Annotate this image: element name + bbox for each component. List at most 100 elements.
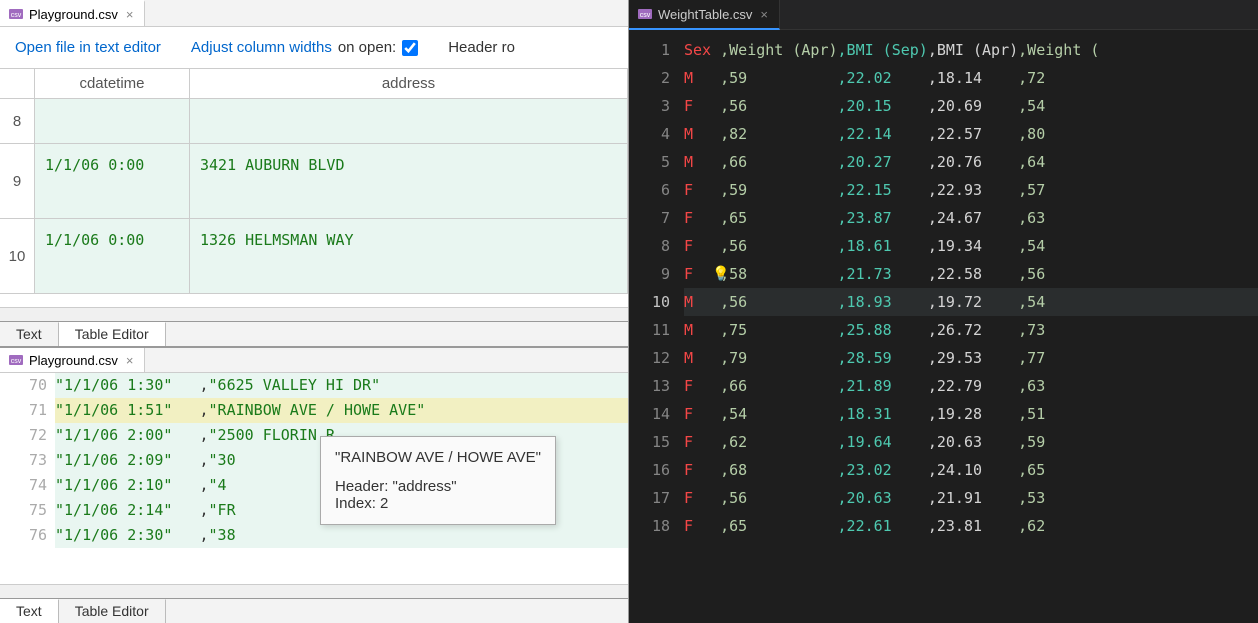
table-row[interactable]: 101/1/06 0:001326 HELMSMAN WAY (0, 219, 628, 294)
tab-label: Playground.csv (29, 7, 118, 22)
svg-text:csv: csv (640, 12, 651, 19)
code-line[interactable]: F ,62 ,19.64 ,20.63 ,59 (684, 428, 1258, 456)
code-line[interactable]: M ,75 ,25.88 ,26.72 ,73 (684, 316, 1258, 344)
code-line[interactable]: F ,56 ,20.63 ,21.91 ,53 (684, 484, 1258, 512)
line-number: 76 (0, 523, 47, 548)
open-in-text-link[interactable]: Open file in text editor (15, 39, 161, 56)
dark-text-editor[interactable]: 123456789101112131415161718 Sex ,Weight … (629, 30, 1258, 623)
line-number: 13 (629, 372, 670, 400)
line-number: 18 (629, 512, 670, 540)
code-line[interactable]: "1/1/06 1:51" ,"RAINBOW AVE / HOWE AVE" (55, 398, 628, 423)
upper-section: csv Playground.csv × Open file in text e… (0, 0, 628, 347)
line-number: 73 (0, 448, 47, 473)
mode-table-upper[interactable]: Table Editor (59, 322, 166, 346)
table-row[interactable]: 91/1/06 0:003421 AUBURN BLVD (0, 144, 628, 219)
code-line[interactable]: F ,56 ,20.15 ,20.69 ,54 (684, 92, 1258, 120)
code-line[interactable]: F ,54 ,18.31 ,19.28 ,51 (684, 400, 1258, 428)
lower-section: csv Playground.csv × 70717273747576 "1/1… (0, 347, 628, 623)
code-line[interactable]: "1/1/06 2:30" ,"38 (55, 523, 628, 548)
line-number: 6 (629, 176, 670, 204)
table-header-row: cdatetime address (0, 69, 628, 99)
left-panel: csv Playground.csv × Open file in text e… (0, 0, 629, 623)
line-number: 7 (629, 204, 670, 232)
lightbulb-icon[interactable]: 💡 (712, 266, 729, 282)
row-number: 10 (0, 219, 35, 293)
line-number: 71 (0, 398, 47, 423)
line-number: 3 (629, 92, 670, 120)
close-icon[interactable]: × (123, 7, 137, 22)
code-line[interactable]: Sex ,Weight (Apr),BMI (Sep),BMI (Apr),We… (684, 36, 1258, 64)
tab-bar-upper: csv Playground.csv × (0, 0, 628, 27)
close-icon[interactable]: × (757, 7, 771, 22)
line-number: 5 (629, 148, 670, 176)
line-number: 14 (629, 400, 670, 428)
tab-label: WeightTable.csv (658, 7, 752, 22)
code-line[interactable]: M ,66 ,20.27 ,20.76 ,64 (684, 148, 1258, 176)
mode-text-lower[interactable]: Text (0, 599, 59, 623)
line-number: 72 (0, 423, 47, 448)
csv-file-icon: csv (8, 352, 24, 368)
tab-playground-lower[interactable]: csv Playground.csv × (0, 348, 145, 372)
line-number: 8 (629, 232, 670, 260)
column-header-cdatetime[interactable]: cdatetime (35, 69, 190, 98)
code-line[interactable]: M ,59 ,22.02 ,18.14 ,72 (684, 64, 1258, 92)
tooltip-header: Header: "address" (335, 478, 541, 495)
svg-text:csv: csv (11, 358, 22, 365)
csv-file-icon: csv (8, 6, 24, 22)
row-number: 9 (0, 144, 35, 218)
hover-tooltip: "RAINBOW AVE / HOWE AVE" Header: "addres… (320, 436, 556, 525)
code-line[interactable]: M ,79 ,28.59 ,29.53 ,77 (684, 344, 1258, 372)
mode-table-lower[interactable]: Table Editor (59, 599, 166, 623)
tooltip-value: "RAINBOW AVE / HOWE AVE" (335, 449, 541, 466)
line-number: 1 (629, 36, 670, 64)
tooltip-index: Index: 2 (335, 495, 541, 512)
tab-label: Playground.csv (29, 353, 118, 368)
csv-file-icon: csv (637, 6, 653, 22)
header-row-label: Header ro (448, 39, 515, 56)
adjust-widths-link[interactable]: Adjust column widths (191, 39, 332, 56)
line-number: 16 (629, 456, 670, 484)
line-number: 4 (629, 120, 670, 148)
text-editor[interactable]: 70717273747576 "1/1/06 1:30" ,"6625 VALL… (0, 373, 628, 584)
column-header-address[interactable]: address (190, 69, 628, 98)
line-number: 74 (0, 473, 47, 498)
close-icon[interactable]: × (123, 353, 137, 368)
code-line[interactable]: F ,68 ,23.02 ,24.10 ,65 (684, 456, 1258, 484)
code-line[interactable]: F ,58 ,21.73 ,22.58 ,56 (684, 260, 1258, 288)
table-grid[interactable]: cdatetime address 891/1/06 0:003421 AUBU… (0, 68, 628, 307)
code-line[interactable]: F ,59 ,22.15 ,22.93 ,57 (684, 176, 1258, 204)
horizontal-scrollbar[interactable] (0, 584, 628, 598)
code-line[interactable]: F ,66 ,21.89 ,22.79 ,63 (684, 372, 1258, 400)
table-cell[interactable]: 1/1/06 0:00 (35, 144, 190, 218)
code-line[interactable]: F ,65 ,23.87 ,24.67 ,63 (684, 204, 1258, 232)
line-number: 15 (629, 428, 670, 456)
line-number: 11 (629, 316, 670, 344)
right-panel: csv WeightTable.csv × 123456789101112131… (629, 0, 1258, 623)
table-cell[interactable] (190, 99, 628, 143)
toolbar: Open file in text editor Adjust column w… (0, 27, 628, 68)
tab-bar-lower: csv Playground.csv × (0, 347, 628, 373)
table-row[interactable]: 8 (0, 99, 628, 144)
tab-playground-upper[interactable]: csv Playground.csv × (0, 0, 145, 26)
tab-bar-right: csv WeightTable.csv × (629, 0, 1258, 30)
table-cell[interactable]: 1326 HELMSMAN WAY (190, 219, 628, 293)
tab-weighttable[interactable]: csv WeightTable.csv × (629, 0, 780, 30)
table-cell[interactable]: 1/1/06 0:00 (35, 219, 190, 293)
code-line[interactable]: "1/1/06 1:30" ,"6625 VALLEY HI DR" (55, 373, 628, 398)
table-cell[interactable] (35, 99, 190, 143)
code-line[interactable]: M ,82 ,22.14 ,22.57 ,80 (684, 120, 1258, 148)
table-corner (0, 69, 35, 98)
mode-bar-lower: Text Table Editor (0, 598, 628, 623)
line-number: 17 (629, 484, 670, 512)
row-number: 8 (0, 99, 35, 143)
on-open-checkbox[interactable] (402, 40, 418, 56)
line-number: 12 (629, 344, 670, 372)
table-cell[interactable]: 3421 AUBURN BLVD (190, 144, 628, 218)
code-line[interactable]: F ,56 ,18.61 ,19.34 ,54 (684, 232, 1258, 260)
code-line[interactable]: M ,56 ,18.93 ,19.72 ,54 (684, 288, 1258, 316)
horizontal-scrollbar[interactable] (0, 307, 628, 321)
mode-bar-upper: Text Table Editor (0, 321, 628, 346)
line-number: 75 (0, 498, 47, 523)
mode-text-upper[interactable]: Text (0, 322, 59, 346)
code-line[interactable]: F ,65 ,22.61 ,23.81 ,62 (684, 512, 1258, 540)
